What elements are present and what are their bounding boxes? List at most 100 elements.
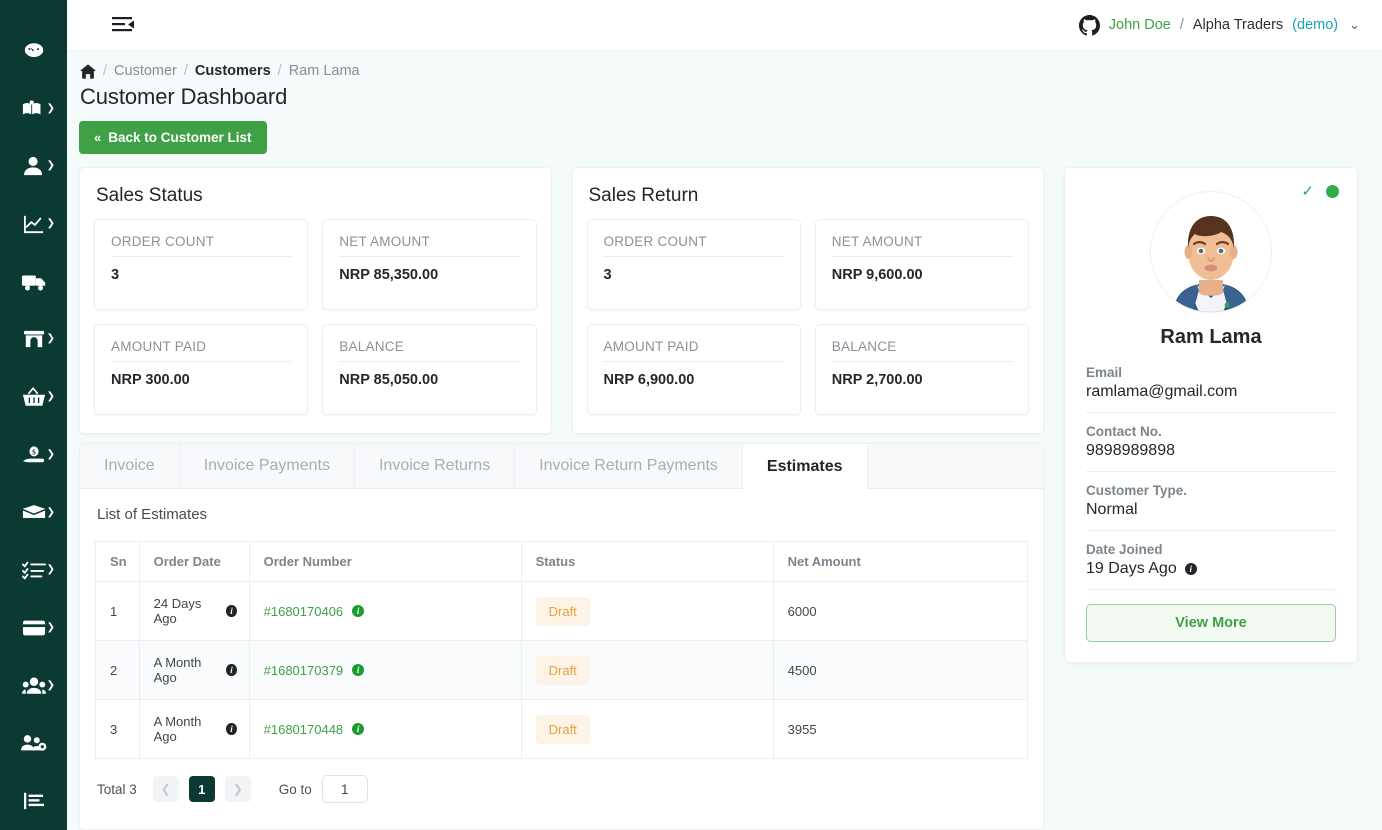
cell-status: Draft xyxy=(521,640,774,700)
app-root: ❯ ❯ ❯ ❯ ❯ $ ❯ ❯ ❯ ❯ ❯ John Doe / Alpha T… xyxy=(0,0,1382,830)
tab-estimates[interactable]: Estimates xyxy=(742,444,868,489)
sales-status-panel: Sales Status ORDER COUNT 3 NET AMOUNT NR… xyxy=(79,167,552,434)
pagination-total: Total 3 xyxy=(97,781,137,797)
info-icon[interactable]: i xyxy=(226,605,237,617)
stat-value: NRP 2,700.00 xyxy=(831,372,923,388)
stat-value: 3 xyxy=(603,267,612,283)
home-icon[interactable] xyxy=(80,63,96,79)
view-more-button[interactable]: View More xyxy=(1086,604,1336,642)
chevron-right-icon: ❯ xyxy=(46,102,55,114)
table-row: 1 24 Days Ago i #1680170406 i Draft 6000 xyxy=(95,581,1029,641)
hand-money-icon: $ xyxy=(22,445,46,465)
info-icon[interactable]: i xyxy=(352,664,365,676)
estimates-table: Sn Order Date Order Number Status Net Am… xyxy=(95,541,1029,759)
sidebar-item-cards[interactable]: ❯ xyxy=(0,599,67,657)
field-label: Customer Type. xyxy=(1086,483,1188,498)
stat-card-net-amount: NET AMOUNT NRP 85,350.00 xyxy=(322,219,537,310)
sidebar-item-expenses[interactable]: ❯ xyxy=(0,484,67,542)
stat-value: NRP 85,050.00 xyxy=(339,372,439,388)
chevron-right-icon: ❯ xyxy=(46,160,55,172)
github-icon xyxy=(1078,14,1100,36)
tab-invoice-return-payments[interactable]: Invoice Return Payments xyxy=(515,444,743,488)
sidebar-item-users[interactable]: ❯ xyxy=(0,657,67,715)
tab-invoice-payments[interactable]: Invoice Payments xyxy=(180,444,355,488)
tab-panel-estimates: List of Estimates Sn Order Date Order Nu… xyxy=(80,489,1043,829)
info-icon[interactable]: i xyxy=(1184,563,1197,575)
stat-value: NRP 9,600.00 xyxy=(831,267,923,283)
sidebar-item-purchase[interactable]: ❯ xyxy=(0,368,67,426)
breadcrumb-item-customer[interactable]: Customer xyxy=(114,63,177,79)
back-to-customer-list-button[interactable]: « Back to Customer List xyxy=(79,121,267,154)
field-label: Email xyxy=(1086,365,1123,380)
cell-net-amount: 4500 xyxy=(773,640,1029,700)
cell-sn: 2 xyxy=(95,640,140,700)
cell-status: Draft xyxy=(521,581,774,641)
sidebar-item-customer[interactable]: ❯ xyxy=(0,137,67,195)
tab-invoice[interactable]: Invoice xyxy=(80,444,180,488)
sidebar-item-catalog[interactable]: ❯ xyxy=(0,80,67,138)
pagination-next-button[interactable]: ❯ xyxy=(224,776,251,802)
cell-net-amount: 6000 xyxy=(773,581,1029,641)
stat-label: ORDER COUNT xyxy=(111,234,292,257)
profile-field-customer-type: Customer Type. Normal xyxy=(1086,483,1336,531)
storefront-icon xyxy=(23,329,45,349)
sidebar-item-tasks[interactable]: ❯ xyxy=(0,541,67,599)
column-header-sn: Sn xyxy=(95,541,140,582)
order-number-link[interactable]: #1680170406 xyxy=(264,604,344,619)
sidebar-item-delivery[interactable] xyxy=(0,253,67,311)
back-button-label: Back to Customer List xyxy=(108,130,252,145)
chevron-right-icon: ❯ xyxy=(46,564,55,576)
sidebar-item-reports[interactable]: ❯ xyxy=(0,195,67,253)
cell-order-date: A Month Ago i xyxy=(139,699,250,759)
sidebar-item-analytics[interactable] xyxy=(0,772,67,830)
order-number-link[interactable]: #1680170379 xyxy=(264,663,344,678)
sidebar-item-user-settings[interactable] xyxy=(0,715,67,773)
info-icon[interactable]: i xyxy=(226,723,237,735)
cell-status: Draft xyxy=(521,699,774,759)
pagination-prev-button[interactable]: ❮ xyxy=(152,776,179,802)
stat-value: NRP 6,900.00 xyxy=(603,372,695,388)
column-header-order-date: Order Date xyxy=(139,541,250,582)
account-separator: / xyxy=(1179,17,1184,33)
table-body: 1 24 Days Ago i #1680170406 i Draft 6000… xyxy=(95,581,1029,759)
info-icon[interactable]: i xyxy=(352,605,365,617)
sidebar-item-dashboard[interactable] xyxy=(0,22,67,80)
field-value: ramlama@gmail.com xyxy=(1086,383,1238,400)
menu-fold-icon[interactable] xyxy=(112,16,134,34)
info-icon[interactable]: i xyxy=(352,723,365,735)
customer-profile-card: ✓ Ram Lama Email ramlama@gmail.com Conta… xyxy=(1064,167,1358,663)
stat-label: ORDER COUNT xyxy=(603,234,784,257)
stat-label: NET AMOUNT xyxy=(339,234,520,257)
chevron-right-icon: ❯ xyxy=(46,622,55,634)
list-title: List of Estimates xyxy=(97,506,208,523)
info-icon[interactable]: i xyxy=(226,664,237,676)
field-value: Normal xyxy=(1086,501,1138,518)
sidebar-item-payments[interactable]: $ ❯ xyxy=(0,426,67,484)
right-column: ✓ Ram Lama Email ramlama@gmail.com Conta… xyxy=(1064,167,1358,663)
check-icon: ✓ xyxy=(1301,183,1314,200)
main-area: John Doe / Alpha Traders (demo) ⌄ / Cust… xyxy=(67,0,1382,830)
line-chart-icon xyxy=(23,214,45,234)
chevron-down-icon[interactable]: ⌄ xyxy=(1349,17,1360,33)
stat-label: BALANCE xyxy=(831,339,1012,362)
people-icon xyxy=(21,676,46,695)
account-menu[interactable]: John Doe / Alpha Traders (demo) ⌄ xyxy=(1078,14,1360,36)
breadcrumb-item-customers[interactable]: Customers xyxy=(195,63,271,79)
field-value: 9898989898 xyxy=(1086,442,1175,459)
sidebar-item-store[interactable]: ❯ xyxy=(0,311,67,369)
top-bar: John Doe / Alpha Traders (demo) ⌄ xyxy=(67,0,1382,51)
account-user-name: John Doe xyxy=(1108,17,1171,33)
summary-panels: Sales Status ORDER COUNT 3 NET AMOUNT NR… xyxy=(79,167,1044,434)
order-number-link[interactable]: #1680170448 xyxy=(264,722,344,737)
breadcrumb: / Customer / Customers / Ram Lama xyxy=(79,63,1358,79)
table-head: Sn Order Date Order Number Status Net Am… xyxy=(95,541,1029,582)
tab-invoice-returns[interactable]: Invoice Returns xyxy=(355,444,516,488)
stat-value: NRP 300.00 xyxy=(111,372,190,388)
truck-icon xyxy=(21,272,47,292)
pagination-page-1[interactable]: 1 xyxy=(188,776,215,802)
field-label: Date Joined xyxy=(1086,542,1163,557)
chevron-right-icon: ❯ xyxy=(46,506,55,518)
goto-page-input[interactable] xyxy=(321,775,368,803)
sales-return-panel: Sales Return ORDER COUNT 3 NET AMOUNT NR… xyxy=(571,167,1044,434)
table-row: 2 A Month Ago i #1680170379 i Draft 4500 xyxy=(95,640,1029,700)
